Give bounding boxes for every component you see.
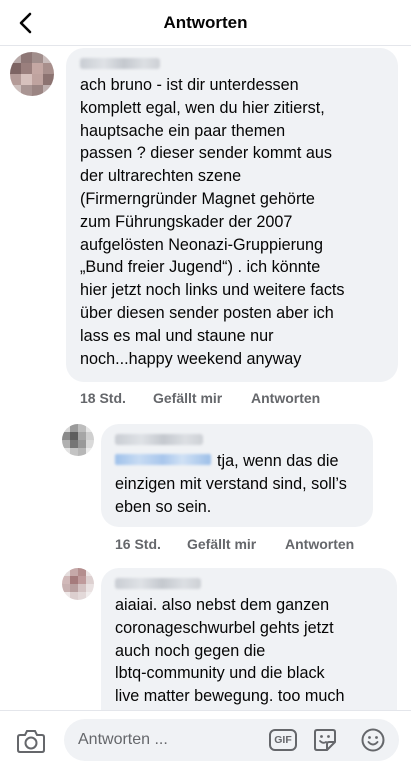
like-button[interactable]: Gefällt mir — [153, 390, 222, 406]
page-title: Antworten — [163, 13, 248, 32]
comment-bubble[interactable]: ach bruno - ist dir unterdessen komplett… — [66, 48, 398, 382]
reply-bubble[interactable]: aiaiai. also nebst dem ganzen coronagesc… — [101, 568, 397, 710]
comment-text: ach bruno - ist dir unterdessen komplett… — [80, 76, 345, 368]
timestamp: 18 Std. — [80, 390, 126, 406]
timestamp: 16 Std. — [115, 536, 161, 552]
reply-input-box[interactable]: GIF — [64, 719, 399, 761]
author-name[interactable] — [80, 58, 160, 69]
author-name[interactable] — [115, 434, 203, 445]
reply-button[interactable]: Antworten — [251, 390, 320, 406]
like-button[interactable]: Gefällt mir — [187, 536, 256, 552]
comment-text: aiaiai. also nebst dem ganzen coronagesc… — [115, 596, 345, 706]
comment-actions: 18 Std. Gefällt mir Antworten — [0, 390, 411, 410]
top-bar: Antworten — [0, 0, 411, 46]
sticker-icon — [314, 729, 336, 751]
author-name[interactable] — [115, 578, 201, 589]
emoji-button[interactable] — [360, 727, 386, 753]
reply-input[interactable] — [78, 719, 258, 761]
reply-bubble[interactable]: tja, wenn das die einzigen mit verstand … — [101, 424, 373, 527]
reply-composer: GIF — [0, 710, 411, 768]
sticker-button[interactable] — [312, 727, 338, 753]
avatar[interactable] — [62, 424, 94, 456]
mention-tag[interactable] — [115, 454, 211, 465]
comment-actions: 16 Std. Gefällt mir Antworten — [0, 536, 411, 556]
comment-thread[interactable]: ach bruno - ist dir unterdessen komplett… — [0, 46, 411, 710]
comment-text: tja, wenn das die einzigen mit verstand … — [115, 452, 347, 516]
avatar[interactable] — [62, 568, 94, 600]
camera-button[interactable] — [16, 728, 46, 754]
emoji-icon — [361, 728, 385, 752]
avatar[interactable] — [10, 52, 54, 96]
camera-icon — [17, 730, 45, 753]
reply-button[interactable]: Antworten — [285, 536, 354, 552]
gif-button[interactable]: GIF — [269, 729, 297, 751]
